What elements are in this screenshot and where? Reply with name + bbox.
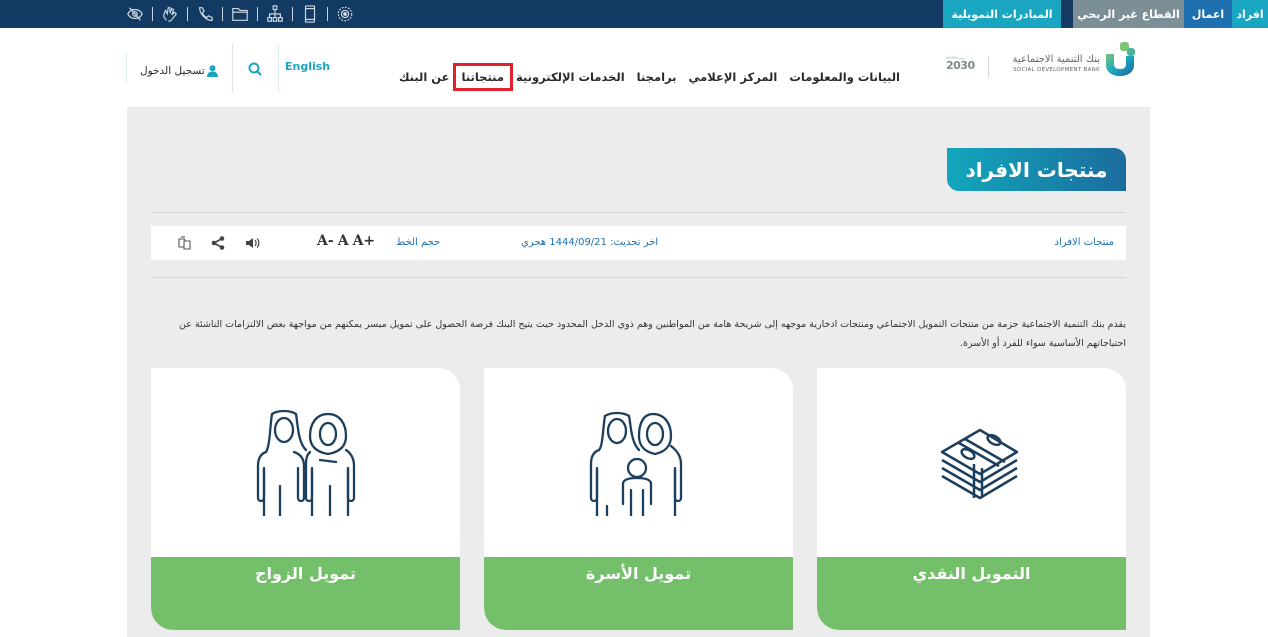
font-reset-button[interactable]: A [338, 233, 349, 249]
font-increase-button[interactable]: A+ [353, 233, 376, 249]
settings-badge-icon[interactable] [332, 4, 358, 24]
font-size-controls: A- A A+ [317, 233, 375, 249]
font-size-label: حجم الخط [396, 237, 441, 248]
card-footer: التمويل النقدي [817, 557, 1126, 630]
header-separator [126, 54, 127, 82]
speaker-icon[interactable] [244, 235, 260, 251]
breadcrumb[interactable]: منتجات الافراد [1055, 237, 1115, 248]
last-updated: اخر تحديث: 1444/09/21 هجري [521, 237, 659, 248]
top-bar: افراد اعمال القطاع غير الربحي المبادرات … [0, 0, 1268, 28]
bank-name: بنك التنمية الاجتماعية SOCIAL DEVELOPMEN… [996, 54, 1100, 74]
nav-our-products[interactable]: منتجاتنا [452, 63, 513, 91]
main-nav: عن البنك منتجاتنا الخدمات الإلكترونية بر… [393, 63, 906, 91]
copy-icon[interactable] [177, 235, 193, 251]
intro-paragraph: يقدم بنك التنمية الاجتماعية حزمة من منتج… [179, 319, 1126, 349]
nav-data-information[interactable]: البيانات والمعلومات [783, 70, 906, 84]
card-footer: تمويل الأسرة [484, 557, 793, 630]
tab-individuals[interactable]: افراد [1232, 0, 1268, 28]
divider [151, 212, 1126, 213]
product-card-family-financing[interactable]: تمويل الأسرة [484, 368, 793, 630]
vision-number: 2030 [946, 59, 975, 72]
family-icon [589, 411, 682, 516]
card-title: تمويل الزواج [254, 564, 357, 583]
user-icon [206, 65, 218, 77]
tab-nonprofit[interactable]: القطاع غير الربحي [1073, 0, 1184, 28]
separator [257, 7, 258, 21]
page-title: منتجات الافراد [947, 148, 1126, 191]
eye-slash-icon[interactable] [122, 4, 148, 24]
header-separator [278, 44, 279, 92]
nav-programs[interactable]: برامجنا [631, 70, 683, 84]
couple-icon [256, 409, 355, 516]
bank-name-en: SOCIAL DEVELOPMENT BANK [1013, 67, 1100, 73]
separator [187, 7, 188, 21]
main-content: منتجات الافراد منتجات الافراد اخر تحديث:… [127, 107, 1150, 637]
share-icon[interactable] [210, 235, 226, 251]
accessibility-toolbar [122, 0, 358, 28]
language-switch-link[interactable]: English [285, 60, 330, 73]
page-info-bar: منتجات الافراد اخر تحديث: 1444/09/21 هجر… [151, 226, 1126, 260]
phone-icon[interactable] [192, 4, 218, 24]
login-label: تسجيل الدخول [140, 65, 205, 77]
folder-icon[interactable] [227, 4, 253, 24]
sitemap-icon[interactable] [262, 4, 288, 24]
nav-e-services[interactable]: الخدمات الإلكترونية [510, 70, 631, 84]
audience-tabs: افراد اعمال القطاع غير الربحي المبادرات … [943, 0, 1268, 28]
card-title: تمويل الأسرة [585, 564, 692, 583]
search-icon[interactable] [247, 61, 263, 77]
card-title: التمويل النقدي [912, 564, 1031, 583]
money-stack-icon [940, 428, 1018, 500]
separator [152, 7, 153, 21]
sign-language-icon[interactable] [157, 4, 183, 24]
vision-2030-logo: VISION رؤية 2030 [946, 56, 978, 76]
mobile-icon[interactable] [297, 4, 323, 24]
logo-separator [988, 56, 989, 78]
product-card-marriage-financing[interactable]: تمويل الزواج [151, 368, 460, 630]
tab-gap [1061, 0, 1073, 28]
header-separator [232, 44, 233, 92]
separator [222, 7, 223, 21]
divider [151, 277, 1126, 278]
login-button[interactable]: تسجيل الدخول [140, 65, 218, 77]
separator [292, 7, 293, 21]
bank-name-ar: بنك التنمية الاجتماعية [1012, 54, 1100, 65]
site-header: بنك التنمية الاجتماعية SOCIAL DEVELOPMEN… [0, 28, 1268, 107]
tab-financing-initiatives[interactable]: المبادرات التمويلية [943, 0, 1061, 28]
nav-about-bank[interactable]: عن البنك [393, 70, 456, 84]
separator [327, 7, 328, 21]
tab-business[interactable]: اعمال [1184, 0, 1232, 28]
font-decrease-button[interactable]: A- [317, 233, 334, 249]
nav-media-center[interactable]: المركز الإعلامي [683, 70, 784, 84]
product-card-cash-financing[interactable]: التمويل النقدي [817, 368, 1126, 630]
card-footer: تمويل الزواج [151, 557, 460, 630]
bank-logo-icon[interactable] [1104, 42, 1136, 76]
